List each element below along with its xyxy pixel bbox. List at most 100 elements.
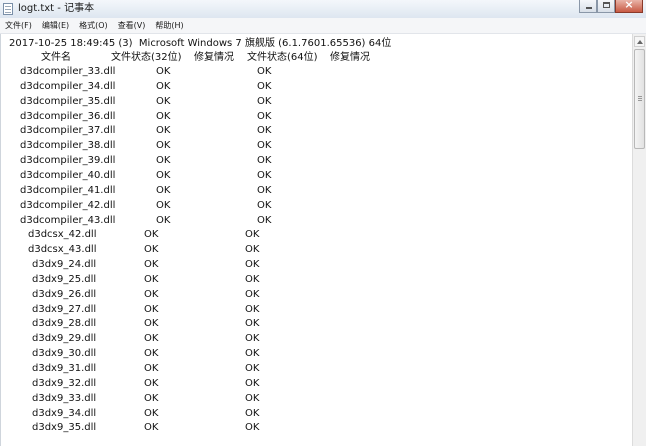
status-64bit: OK [257,111,272,122]
status-32bit: OK [144,244,159,255]
status-64bit: OK [257,66,272,77]
arrow-up-icon[interactable] [634,36,645,47]
log-row: d3dcompiler_41.dll OK OK [1,184,601,198]
status-64bit: OK [257,185,272,196]
status-64bit: OK [245,304,260,315]
log-row: d3dcompiler_34.dll OK OK [1,80,601,94]
dll-file-name: d3dcompiler_41.dll [20,185,116,196]
close-icon[interactable] [615,0,643,13]
status-32bit: OK [144,348,159,359]
log-row: d3dx9_29.dll OK OK [1,332,601,346]
dll-file-name: d3dcompiler_39.dll [20,155,116,166]
column-file-name: 文件名 [41,52,71,63]
dll-file-name: d3dx9_31.dll [32,363,97,374]
menu-file[interactable]: 文件(F) [0,18,37,33]
dll-file-name: d3dcompiler_42.dll [20,200,116,211]
dll-file-name: d3dcompiler_34.dll [20,81,116,92]
log-row: d3dx9_33.dll OK OK [1,392,601,406]
status-64bit: OK [245,333,260,344]
log-header-line: 2017-10-25 18:49:45 (3) Microsoft Window… [9,38,392,49]
status-32bit: OK [156,140,171,151]
dll-file-name: d3dcsx_42.dll [28,229,97,240]
status-32bit: OK [144,289,159,300]
status-32bit: OK [144,259,159,270]
log-row: d3dcompiler_38.dll OK OK [1,139,601,153]
status-32bit: OK [156,200,171,211]
status-64bit: OK [257,170,272,181]
dll-file-name: d3dcompiler_40.dll [20,170,116,181]
dll-file-name: d3dcompiler_37.dll [20,125,116,136]
status-32bit: OK [156,81,171,92]
status-32bit: OK [144,304,159,315]
text-editor-area[interactable]: 2017-10-25 18:49:45 (3) Microsoft Window… [0,34,632,446]
status-64bit: OK [245,274,260,285]
status-64bit: OK [257,125,272,136]
log-row: d3dcompiler_39.dll OK OK [1,154,601,168]
status-32bit: OK [144,274,159,285]
dll-file-name: d3dcompiler_33.dll [20,66,116,77]
status-32bit: OK [144,393,159,404]
scrollbar-thumb[interactable] [634,49,645,149]
status-32bit: OK [144,333,159,344]
status-64bit: OK [257,140,272,151]
status-64bit: OK [245,244,260,255]
status-32bit: OK [144,229,159,240]
column-status-64: 文件状态(64位) [247,52,318,63]
column-status-32: 文件状态(32位) [111,52,182,63]
status-32bit: OK [156,96,171,107]
menu-view[interactable]: 查看(V) [113,18,151,33]
status-64bit: OK [245,229,260,240]
menu-help[interactable]: 帮助(H) [150,18,188,33]
status-64bit: OK [245,408,260,419]
status-64bit: OK [257,81,272,92]
log-row: d3dcompiler_42.dll OK OK [1,199,601,213]
vertical-scrollbar[interactable] [632,34,646,446]
status-64bit: OK [257,96,272,107]
dll-file-name: d3dx9_28.dll [32,318,97,329]
minimize-icon[interactable] [579,0,597,13]
dll-file-name: d3dx9_25.dll [32,274,97,285]
dll-file-name: d3dx9_27.dll [32,304,97,315]
log-row: d3dx9_35.dll OK OK [1,421,601,435]
window-controls [579,0,643,13]
log-row: d3dx9_28.dll OK OK [1,317,601,331]
status-32bit: OK [156,66,171,77]
menu-edit[interactable]: 编辑(E) [37,18,74,33]
log-row: d3dcompiler_36.dll OK OK [1,110,601,124]
status-32bit: OK [156,125,171,136]
dll-file-name: d3dcompiler_43.dll [20,215,116,226]
log-row: d3dcsx_43.dll OK OK [1,243,601,257]
dll-file-name: d3dcompiler_38.dll [20,140,116,151]
dll-file-name: d3dcsx_43.dll [28,244,97,255]
status-32bit: OK [144,378,159,389]
status-64bit: OK [245,348,260,359]
maximize-icon[interactable] [597,0,615,13]
log-row: d3dcsx_42.dll OK OK [1,228,601,242]
log-row: d3dx9_30.dll OK OK [1,347,601,361]
dll-file-name: d3dcompiler_36.dll [20,111,116,122]
log-row: d3dx9_31.dll OK OK [1,362,601,376]
status-32bit: OK [144,363,159,374]
status-64bit: OK [257,215,272,226]
status-64bit: OK [245,289,260,300]
status-64bit: OK [257,200,272,211]
log-row: d3dx9_34.dll OK OK [1,407,601,421]
status-64bit: OK [257,155,272,166]
log-row: d3dcompiler_40.dll OK OK [1,169,601,183]
column-repair-32: 修复情况 [194,52,234,63]
menu-format[interactable]: 格式(O) [74,18,113,33]
log-row: d3dcompiler_33.dll OK OK [1,65,601,79]
dll-file-name: d3dx9_29.dll [32,333,97,344]
status-64bit: OK [245,422,260,433]
dll-file-name: d3dx9_24.dll [32,259,97,270]
status-32bit: OK [156,215,171,226]
dll-file-name: d3dx9_34.dll [32,408,97,419]
dll-file-name: d3dx9_35.dll [32,422,97,433]
dll-file-name: d3dx9_32.dll [32,378,97,389]
log-row: d3dcompiler_35.dll OK OK [1,95,601,109]
window-title: logt.txt - 记事本 [18,3,95,14]
log-row: d3dx9_26.dll OK OK [1,288,601,302]
notepad-icon [3,3,13,15]
dll-file-name: d3dx9_33.dll [32,393,97,404]
log-row: d3dcompiler_37.dll OK OK [1,124,601,138]
